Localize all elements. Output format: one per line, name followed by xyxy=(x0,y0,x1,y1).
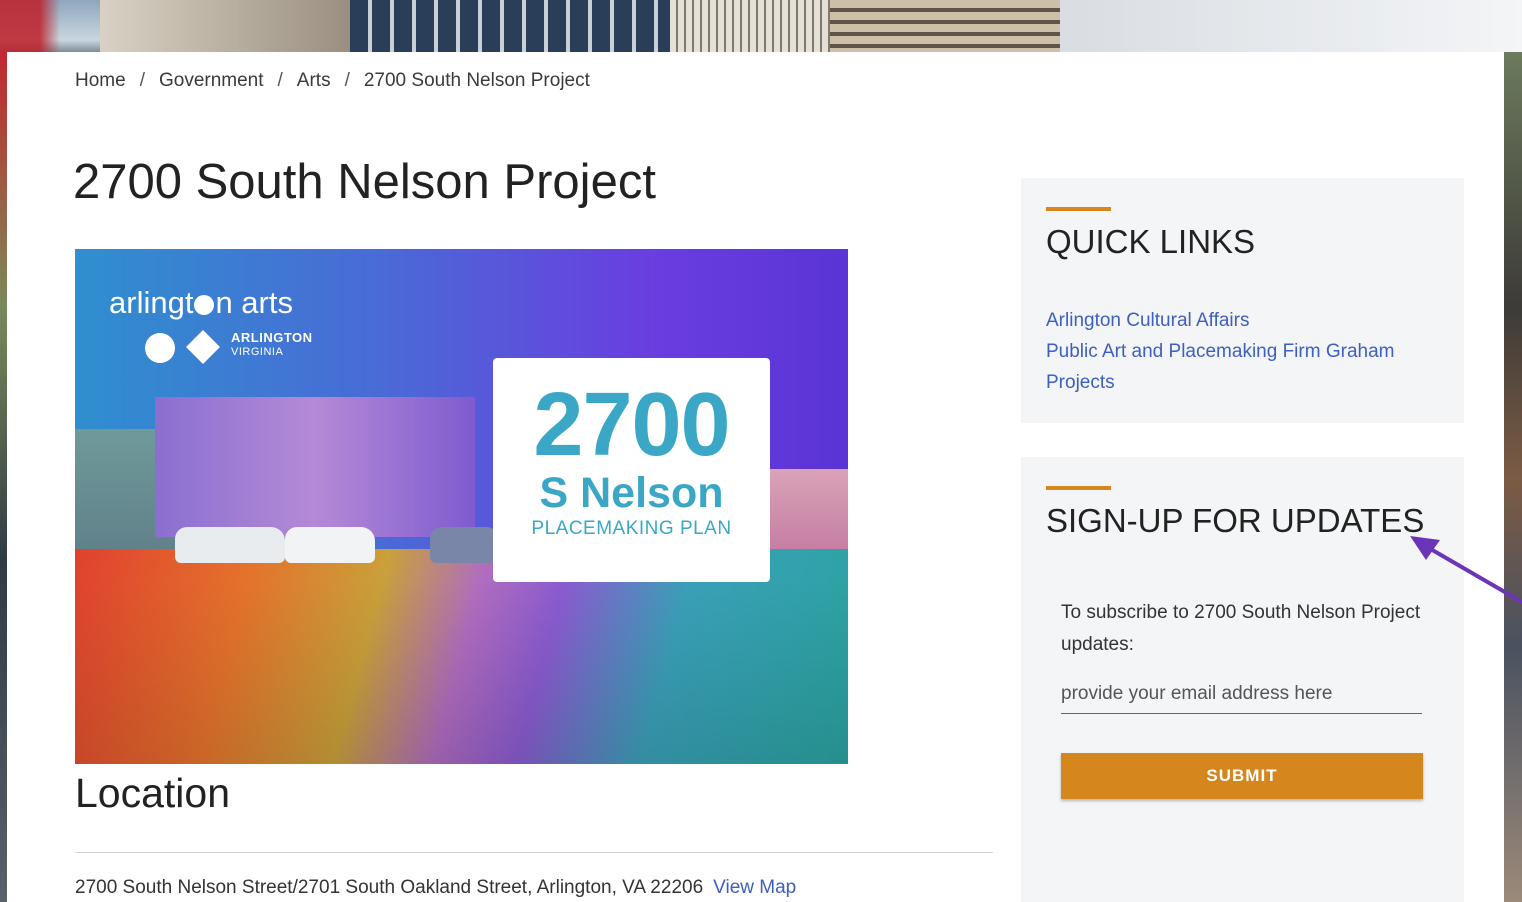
arlington-wordmark: ARLINGTON xyxy=(231,330,313,345)
breadcrumb: Home / Government / Arts / 2700 South Ne… xyxy=(75,70,590,92)
view-map-link[interactable]: View Map xyxy=(713,877,796,898)
page-title: 2700 South Nelson Project xyxy=(73,155,656,209)
brand-text-suffix: n arts xyxy=(215,285,293,320)
background-building xyxy=(100,0,350,52)
logo-street: S Nelson xyxy=(539,469,724,517)
arlington-virginia-logo: ARLINGTON VIRGINIA xyxy=(231,331,313,359)
background-building xyxy=(830,0,1060,52)
quick-links-list: Arlington Cultural Affairs Public Art an… xyxy=(1046,305,1446,398)
content-panel: Home / Government / Arts / 2700 South Ne… xyxy=(7,52,1504,902)
location-address: 2700 South Nelson Street/2701 South Oakl… xyxy=(75,877,796,899)
hero-image: arlingt n arts ARLINGTON VIRGINIA 2700 S … xyxy=(75,249,848,764)
signup-description: To subscribe to 2700 South Nelson Projec… xyxy=(1061,602,1421,655)
submit-button[interactable]: SUBMIT xyxy=(1061,753,1423,799)
background-sky xyxy=(1060,0,1522,52)
hero-building-right xyxy=(765,469,848,559)
accent-bar xyxy=(1046,207,1111,211)
hero-car xyxy=(175,527,285,563)
quick-links-card: QUICK LINKS Arlington Cultural Affairs P… xyxy=(1021,178,1464,423)
breadcrumb-separator: / xyxy=(344,70,350,91)
brand-dot-icon xyxy=(194,295,215,315)
seal-icon xyxy=(145,333,175,363)
logo-subtitle: PLACEMAKING PLAN xyxy=(531,518,732,539)
quick-link-cultural-affairs[interactable]: Arlington Cultural Affairs xyxy=(1046,305,1446,336)
signup-title: SIGN-UP FOR UPDATES xyxy=(1046,502,1425,539)
breadcrumb-arts[interactable]: Arts xyxy=(297,70,331,92)
hero-ground-shade xyxy=(75,579,848,764)
accent-bar xyxy=(1046,486,1111,490)
background-building xyxy=(350,0,670,52)
address-text: 2700 South Nelson Street/2701 South Oakl… xyxy=(75,877,704,898)
breadcrumb-separator: / xyxy=(139,70,145,91)
background-building xyxy=(670,0,830,52)
background-edge-left xyxy=(0,52,7,902)
breadcrumb-separator: / xyxy=(277,70,283,91)
signup-card: SIGN-UP FOR UPDATES To subscribe to 2700… xyxy=(1021,457,1464,902)
breadcrumb-home[interactable]: Home xyxy=(75,70,126,92)
quick-links-title: QUICK LINKS xyxy=(1046,223,1256,260)
annotation-arrow-icon xyxy=(1410,536,1522,604)
brand-text: arlingt xyxy=(109,285,194,320)
placemaking-logo-card: 2700 S Nelson PLACEMAKING PLAN xyxy=(493,358,770,582)
divider xyxy=(75,852,993,853)
breadcrumb-current: 2700 South Nelson Project xyxy=(363,70,590,91)
quick-link-graham-projects[interactable]: Public Art and Placemaking Firm Graham P… xyxy=(1046,336,1446,398)
arlington-arts-logo: arlingt n arts xyxy=(109,285,293,321)
email-field[interactable] xyxy=(1061,675,1422,714)
background-edge-right xyxy=(1504,52,1522,902)
location-heading: Location xyxy=(75,770,231,816)
virginia-wordmark: VIRGINIA xyxy=(231,346,284,358)
hero-car xyxy=(430,527,500,563)
breadcrumb-government[interactable]: Government xyxy=(159,70,264,92)
hero-building xyxy=(155,397,475,537)
logo-number: 2700 xyxy=(533,375,730,475)
hero-car xyxy=(285,527,375,563)
